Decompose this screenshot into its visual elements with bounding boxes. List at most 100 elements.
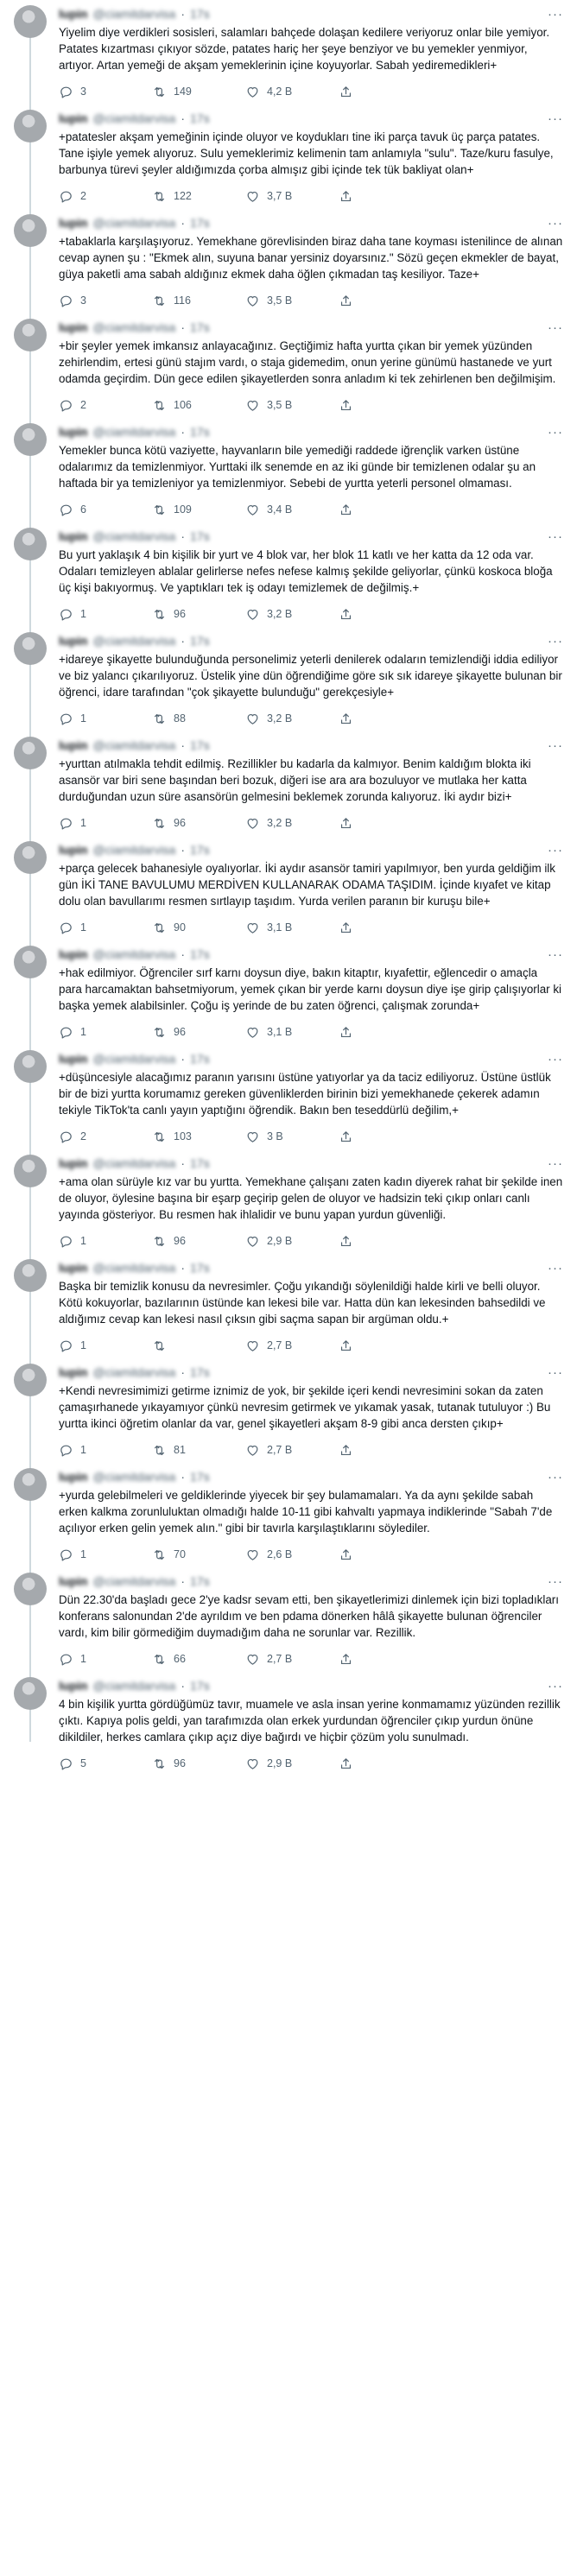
timestamp[interactable]: 17s xyxy=(190,634,210,648)
tweet[interactable]: lupin @ciamitdarvisa · 17s ··· +yurda ge… xyxy=(0,1463,577,1567)
tweet[interactable]: lupin @ciamitdarvisa · 17s ··· +yurttan … xyxy=(0,731,577,836)
retweet-button[interactable]: 106 xyxy=(152,398,245,413)
like-button[interactable]: 2,9 B xyxy=(245,1756,339,1771)
retweet-button[interactable]: 90 xyxy=(152,921,245,935)
tweet[interactable]: lupin @ciamitdarvisa · 17s ··· +düşünces… xyxy=(0,1045,577,1149)
timestamp[interactable]: 17s xyxy=(190,1365,210,1379)
retweet-button[interactable]: 96 xyxy=(152,1234,245,1249)
share-button[interactable] xyxy=(339,607,353,622)
reply-button[interactable]: 1 xyxy=(59,1234,152,1249)
author-handle[interactable]: @ciamitdarvisa xyxy=(92,216,175,230)
share-button[interactable] xyxy=(339,503,353,517)
retweet-button[interactable]: 109 xyxy=(152,503,245,517)
author-name[interactable]: lupin xyxy=(59,634,87,648)
tweet[interactable]: lupin @ciamitdarvisa · 17s ··· +tabaklar… xyxy=(0,209,577,313)
author-handle[interactable]: @ciamitdarvisa xyxy=(92,1574,175,1588)
like-button[interactable]: 3,1 B xyxy=(245,1025,339,1040)
like-button[interactable]: 3,4 B xyxy=(245,503,339,517)
retweet-button[interactable]: 96 xyxy=(152,607,245,622)
like-button[interactable]: 3 B xyxy=(245,1130,339,1144)
timestamp[interactable]: 17s xyxy=(190,843,210,857)
author-handle[interactable]: @ciamitdarvisa xyxy=(92,843,175,857)
timestamp[interactable]: 17s xyxy=(190,947,210,961)
share-button[interactable] xyxy=(339,294,353,308)
more-options-icon[interactable]: ··· xyxy=(548,111,563,126)
retweet-button[interactable]: 122 xyxy=(152,189,245,204)
author-handle[interactable]: @ciamitdarvisa xyxy=(92,1052,175,1066)
author-name[interactable]: lupin xyxy=(59,425,87,439)
more-options-icon[interactable]: ··· xyxy=(548,843,563,858)
timestamp[interactable]: 17s xyxy=(190,1470,210,1484)
share-button[interactable] xyxy=(339,1652,353,1667)
share-button[interactable] xyxy=(339,398,353,413)
author-handle[interactable]: @ciamitdarvisa xyxy=(92,7,175,21)
reply-button[interactable]: 3 xyxy=(59,294,152,308)
retweet-button[interactable]: 116 xyxy=(152,294,245,308)
author-name[interactable]: lupin xyxy=(59,1156,87,1170)
author-name[interactable]: lupin xyxy=(59,111,87,125)
timestamp[interactable]: 17s xyxy=(190,1679,210,1693)
timestamp[interactable]: 17s xyxy=(190,529,210,543)
tweet[interactable]: lupin @ciamitdarvisa · 17s ··· +ama olan… xyxy=(0,1149,577,1254)
reply-button[interactable]: 2 xyxy=(59,1130,152,1144)
like-button[interactable]: 2,7 B xyxy=(245,1339,339,1353)
retweet-button[interactable]: 96 xyxy=(152,1025,245,1040)
avatar[interactable] xyxy=(14,528,47,560)
tweet[interactable]: lupin @ciamitdarvisa · 17s ··· Yiyelim d… xyxy=(0,0,577,104)
retweet-button[interactable]: 81 xyxy=(152,1443,245,1458)
retweet-button[interactable] xyxy=(152,1339,245,1353)
author-handle[interactable]: @ciamitdarvisa xyxy=(92,1679,175,1693)
author-name[interactable]: lupin xyxy=(59,1574,87,1588)
tweet[interactable]: lupin @ciamitdarvisa · 17s ··· +Kendi ne… xyxy=(0,1358,577,1463)
avatar[interactable] xyxy=(14,1050,47,1083)
reply-button[interactable]: 1 xyxy=(59,1339,152,1353)
like-button[interactable]: 3,5 B xyxy=(245,398,339,413)
retweet-button[interactable]: 70 xyxy=(152,1547,245,1562)
tweet[interactable]: lupin @ciamitdarvisa · 17s ··· 4 bin kiş… xyxy=(0,1672,577,1776)
author-handle[interactable]: @ciamitdarvisa xyxy=(92,111,175,125)
author-name[interactable]: lupin xyxy=(59,843,87,857)
avatar[interactable] xyxy=(14,1364,47,1396)
reply-button[interactable]: 5 xyxy=(59,1756,152,1771)
timestamp[interactable]: 17s xyxy=(190,216,210,230)
reply-button[interactable]: 1 xyxy=(59,1652,152,1667)
avatar[interactable] xyxy=(14,214,47,247)
tweet[interactable]: lupin @ciamitdarvisa · 17s ··· +patatesl… xyxy=(0,104,577,209)
reply-button[interactable]: 1 xyxy=(59,1547,152,1562)
share-button[interactable] xyxy=(339,712,353,726)
more-options-icon[interactable]: ··· xyxy=(548,529,563,544)
tweet[interactable]: lupin @ciamitdarvisa · 17s ··· +bir şeyl… xyxy=(0,313,577,418)
like-button[interactable]: 3,5 B xyxy=(245,294,339,308)
more-options-icon[interactable]: ··· xyxy=(548,634,563,649)
retweet-button[interactable]: 96 xyxy=(152,816,245,831)
reply-button[interactable]: 1 xyxy=(59,607,152,622)
reply-button[interactable]: 1 xyxy=(59,816,152,831)
tweet[interactable]: lupin @ciamitdarvisa · 17s ··· Dün 22.30… xyxy=(0,1567,577,1672)
more-options-icon[interactable]: ··· xyxy=(548,425,563,440)
author-handle[interactable]: @ciamitdarvisa xyxy=(92,1470,175,1484)
like-button[interactable]: 2,9 B xyxy=(245,1234,339,1249)
timestamp[interactable]: 17s xyxy=(190,1574,210,1588)
avatar[interactable] xyxy=(14,319,47,351)
avatar[interactable] xyxy=(14,5,47,38)
avatar[interactable] xyxy=(14,1468,47,1501)
avatar[interactable] xyxy=(14,1573,47,1605)
timestamp[interactable]: 17s xyxy=(190,425,210,439)
retweet-button[interactable]: 149 xyxy=(152,85,245,99)
tweet[interactable]: lupin @ciamitdarvisa · 17s ··· Yemekler … xyxy=(0,418,577,522)
more-options-icon[interactable]: ··· xyxy=(548,216,563,231)
retweet-button[interactable]: 88 xyxy=(152,712,245,726)
retweet-button[interactable]: 66 xyxy=(152,1652,245,1667)
more-options-icon[interactable]: ··· xyxy=(548,1156,563,1171)
like-button[interactable]: 2,7 B xyxy=(245,1443,339,1458)
more-options-icon[interactable]: ··· xyxy=(548,1679,563,1693)
tweet[interactable]: lupin @ciamitdarvisa · 17s ··· +parça ge… xyxy=(0,836,577,940)
author-handle[interactable]: @ciamitdarvisa xyxy=(92,947,175,961)
author-name[interactable]: lupin xyxy=(59,7,87,21)
author-handle[interactable]: @ciamitdarvisa xyxy=(92,1365,175,1379)
retweet-button[interactable]: 96 xyxy=(152,1756,245,1771)
author-handle[interactable]: @ciamitdarvisa xyxy=(92,425,175,439)
author-name[interactable]: lupin xyxy=(59,216,87,230)
like-button[interactable]: 4,2 B xyxy=(245,85,339,99)
author-handle[interactable]: @ciamitdarvisa xyxy=(92,738,175,752)
